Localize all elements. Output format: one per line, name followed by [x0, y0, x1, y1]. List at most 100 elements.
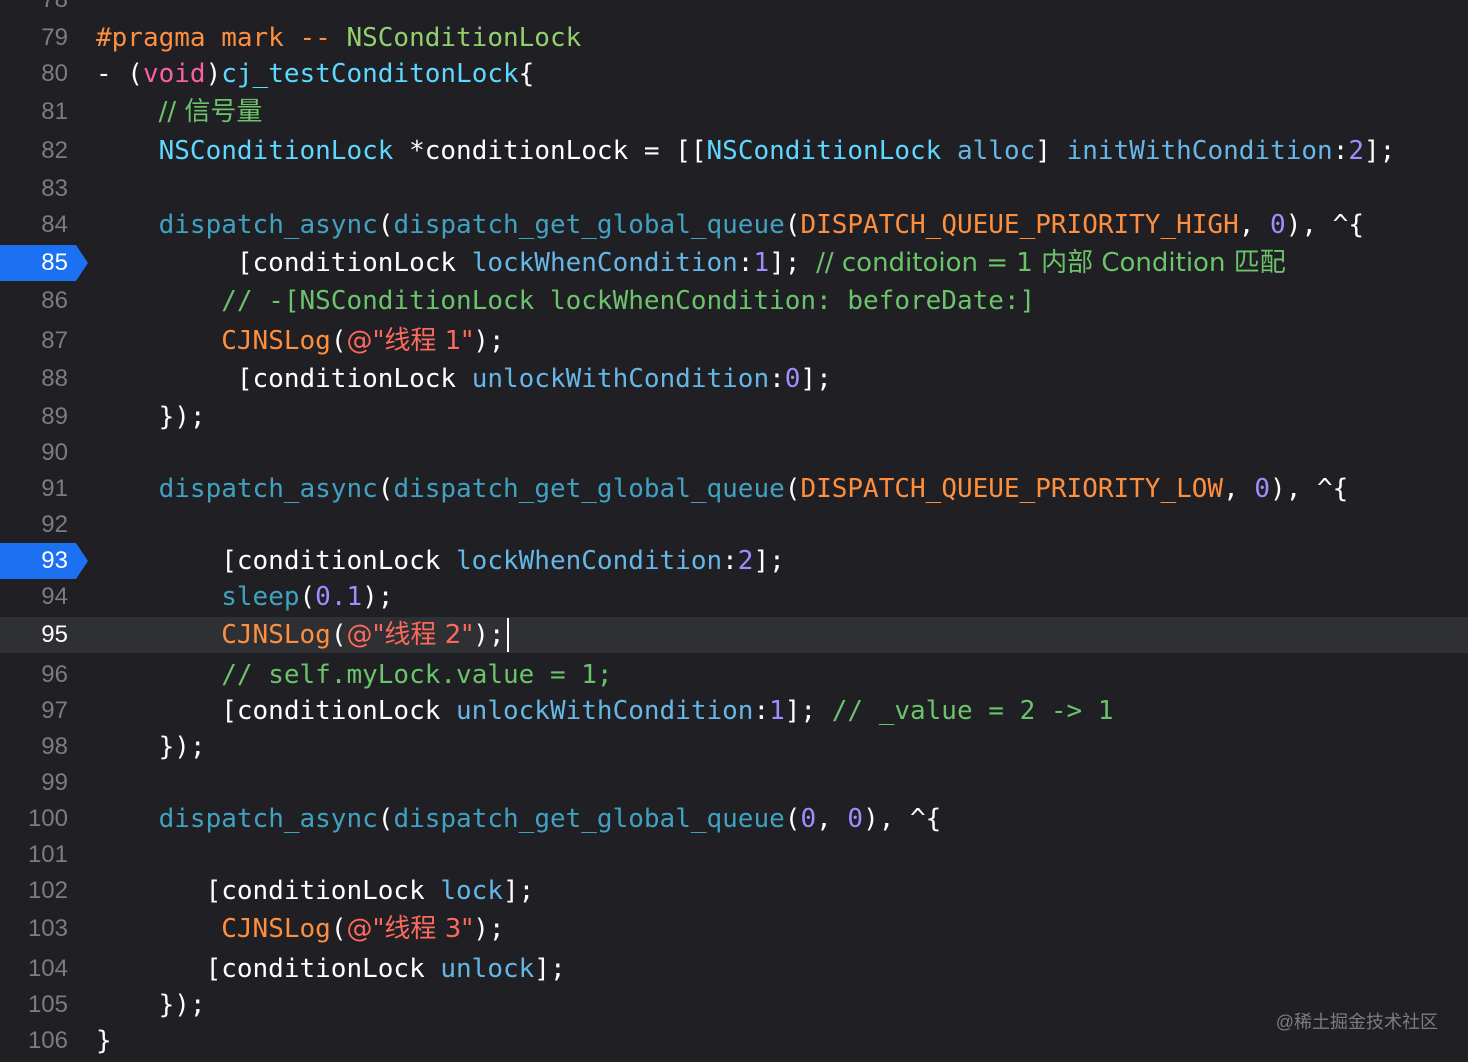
line-gutter[interactable]: 92 [0, 507, 90, 543]
line-number: 103 [27, 915, 68, 942]
line-gutter[interactable]: 95 [0, 617, 90, 653]
code-text: sleep(0.1); [96, 579, 393, 615]
code-line[interactable]: 92 [0, 507, 1468, 543]
code-text: CJNSLog(@"线程 1"); [96, 323, 505, 359]
code-line[interactable]: 89 }); [0, 399, 1468, 435]
line-gutter[interactable]: 91 [0, 471, 90, 507]
code-text: }); [96, 729, 206, 765]
code-line[interactable]: 84 dispatch_async(dispatch_get_global_qu… [0, 207, 1468, 243]
line-gutter[interactable]: 84 [0, 207, 90, 243]
line-number: 90 [41, 439, 68, 466]
code-line[interactable]: 95 CJNSLog(@"线程 2"); [0, 617, 1468, 653]
code-line[interactable]: 100 dispatch_async(dispatch_get_global_q… [0, 801, 1468, 837]
code-token-number: 0 [800, 804, 817, 834]
code-line[interactable]: 94 sleep(0.1); [0, 579, 1468, 615]
code-token-plain: ); [362, 582, 394, 612]
code-token-plain: ( [784, 804, 801, 834]
line-number: 102 [27, 877, 68, 904]
code-line[interactable]: 86 // -[NSConditionLock lockWhenConditio… [0, 283, 1468, 319]
code-text: - (void)cj_testConditonLock{ [96, 56, 534, 92]
line-gutter[interactable]: 78 [0, 0, 90, 18]
code-token-plain: : [1332, 136, 1349, 166]
line-number: 86 [41, 287, 68, 314]
code-token-call: dispatch_get_global_queue [393, 210, 785, 240]
code-line[interactable]: 91 dispatch_async(dispatch_get_global_qu… [0, 471, 1468, 507]
code-line[interactable]: 96 // self.myLock.value = 1; [0, 657, 1468, 693]
code-token-plain: ( [784, 210, 801, 240]
code-token-method: lockWhenCondition [456, 546, 723, 576]
code-token-plain: [conditionLock [96, 248, 472, 278]
code-token-comment: // _value = 2 -> 1 [831, 696, 1114, 726]
line-gutter[interactable]: 83 [0, 171, 90, 207]
line-gutter[interactable]: 80 [0, 56, 90, 92]
line-gutter[interactable]: 100 [0, 801, 90, 837]
line-gutter[interactable]: 85 [0, 245, 90, 281]
code-line[interactable]: 97 [conditionLock unlockWithCondition:1]… [0, 693, 1468, 729]
code-line[interactable]: 88 [conditionLock unlockWithCondition:0]… [0, 361, 1468, 397]
code-text: #pragma mark -- NSConditionLock [96, 20, 581, 56]
text-cursor [507, 618, 509, 652]
line-gutter[interactable]: 98 [0, 729, 90, 765]
line-gutter[interactable]: 93 [0, 543, 90, 579]
code-line[interactable]: 82 NSConditionLock *conditionLock = [[NS… [0, 133, 1468, 169]
code-token-call: dispatch_get_global_queue [393, 804, 785, 834]
code-line[interactable]: 102 [conditionLock lock]; [0, 873, 1468, 909]
code-token-plain: }); [96, 402, 206, 432]
code-line[interactable]: 85 [conditionLock lockWhenCondition:1]; … [0, 245, 1468, 281]
code-line[interactable]: 99 [0, 765, 1468, 801]
line-gutter[interactable]: 101 [0, 837, 90, 873]
line-gutter[interactable]: 99 [0, 765, 90, 801]
line-gutter[interactable]: 89 [0, 399, 90, 435]
code-token-classname: NSConditionLock [158, 136, 394, 166]
code-token-plain: ); [473, 326, 505, 356]
line-gutter[interactable]: 96 [0, 657, 90, 693]
line-gutter[interactable]: 88 [0, 361, 90, 397]
line-gutter[interactable]: 86 [0, 283, 90, 319]
code-token-plain: : [737, 248, 754, 278]
code-line[interactable]: 78 [0, 0, 1468, 18]
code-line[interactable]: 101 [0, 837, 1468, 873]
line-gutter[interactable]: 103 [0, 911, 90, 947]
line-gutter[interactable]: 94 [0, 579, 90, 615]
line-number: 94 [41, 583, 68, 610]
code-token-plain: ]; [503, 876, 535, 906]
code-line[interactable]: 93 [conditionLock lockWhenCondition:2]; [0, 543, 1468, 579]
code-line[interactable]: 105 }); [0, 987, 1468, 1023]
code-token-mark: NSConditionLock [346, 23, 582, 53]
code-editor[interactable]: 78 79 #pragma mark -- NSConditionLock 80 - (… [0, 0, 1468, 1062]
line-gutter[interactable]: 87 [0, 323, 90, 359]
code-token-string: @"线程 2" [346, 620, 474, 650]
code-token-plain: ) [205, 59, 222, 89]
code-line[interactable]: 103 CJNSLog(@"线程 3"); [0, 911, 1468, 947]
code-line[interactable]: 83 [0, 171, 1468, 207]
line-number: 78 [41, 0, 68, 18]
line-gutter[interactable]: 79 [0, 20, 90, 56]
line-gutter[interactable]: 82 [0, 133, 90, 169]
line-gutter[interactable]: 105 [0, 987, 90, 1023]
code-text: [conditionLock unlockWithCondition:0]; [96, 361, 832, 397]
code-line[interactable]: 106} [0, 1023, 1468, 1059]
code-line[interactable]: 98 }); [0, 729, 1468, 765]
code-line[interactable]: 81 // 信号量 [0, 94, 1468, 130]
code-token-keyword: void [142, 59, 206, 89]
line-gutter[interactable]: 90 [0, 435, 90, 471]
code-text: } [96, 1023, 112, 1059]
code-line[interactable]: 87 CJNSLog(@"线程 1"); [0, 323, 1468, 359]
line-gutter[interactable]: 81 [0, 94, 90, 130]
code-line[interactable]: 79 #pragma mark -- NSConditionLock [0, 20, 1468, 56]
code-line[interactable]: 90 [0, 435, 1468, 471]
code-line[interactable]: 104 [conditionLock unlock]; [0, 951, 1468, 987]
line-gutter[interactable]: 106 [0, 1023, 90, 1059]
line-gutter[interactable]: 102 [0, 873, 90, 909]
line-number: 82 [41, 137, 68, 164]
code-text: [conditionLock unlockWithCondition:1]; /… [96, 693, 1114, 729]
code-token-plain: [conditionLock [96, 546, 457, 576]
code-token-plain: ]; [784, 696, 832, 726]
line-gutter[interactable]: 104 [0, 951, 90, 987]
code-token-method: lock [440, 876, 503, 906]
code-token-plain: *conditionLock = [[ [393, 136, 707, 166]
line-gutter[interactable]: 97 [0, 693, 90, 729]
code-line[interactable]: 80 - (void)cj_testConditonLock{ [0, 56, 1468, 92]
